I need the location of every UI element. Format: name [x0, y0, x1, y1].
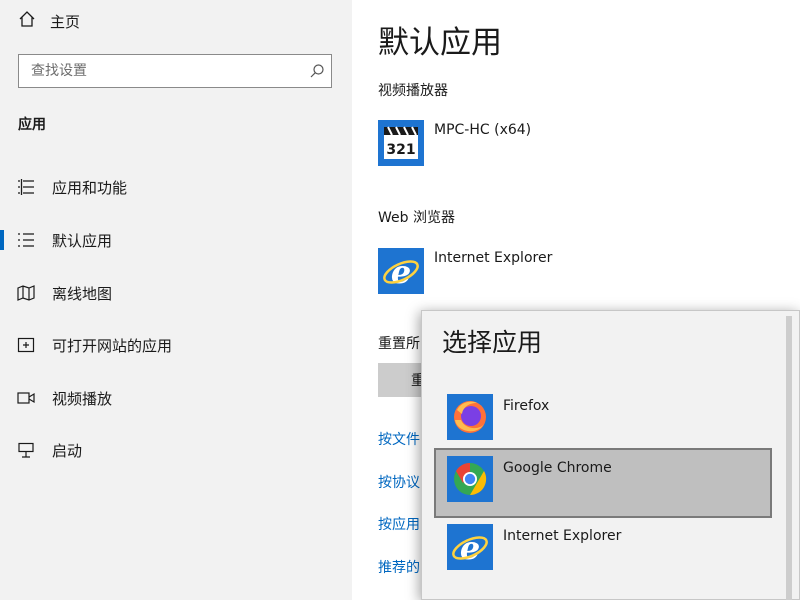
startup-icon — [16, 440, 36, 460]
page-title: 默认应用 — [378, 24, 502, 61]
sidebar-item-apps-features[interactable]: 应用和功能 — [0, 167, 352, 207]
choice-label: Internet Explorer — [503, 528, 622, 544]
choose-app-flyout: 选择应用 Firefox Google Chrome e Internet Ex… — [421, 310, 800, 600]
home-link[interactable]: 主页 — [18, 8, 80, 34]
sidebar-item-label: 应用和功能 — [52, 178, 128, 197]
sidebar-item-video-playback[interactable]: 视频播放 — [0, 378, 352, 418]
choice-label: Firefox — [503, 398, 550, 414]
choice-google-chrome[interactable]: Google Chrome — [434, 448, 772, 518]
internet-explorer-icon: e — [378, 248, 424, 294]
search-input[interactable] — [19, 63, 303, 79]
video-player-label: 视频播放器 — [378, 83, 448, 99]
web-browser-app-button[interactable]: e Internet Explorer — [378, 248, 552, 296]
reset-label: 重置所 — [378, 336, 420, 352]
video-player-app-button[interactable]: 321 MPC-HC (x64) — [378, 120, 531, 168]
sidebar-item-label: 视频播放 — [52, 389, 113, 408]
choice-label: Google Chrome — [503, 460, 612, 476]
link-recommended[interactable]: 推荐的 — [378, 557, 420, 577]
sidebar-item-offline-maps[interactable]: 离线地图 — [0, 273, 352, 313]
flyout-scrollbar[interactable] — [786, 316, 792, 600]
web-browser-label: Web 浏览器 — [378, 210, 455, 226]
home-label: 主页 — [50, 12, 81, 31]
video-player-app-name: MPC-HC (x64) — [434, 122, 532, 138]
sidebar-item-startup[interactable]: 启动 — [0, 430, 352, 470]
sidebar-item-label: 可打开网站的应用 — [52, 336, 173, 355]
sidebar-item-label: 默认应用 — [52, 231, 113, 250]
apps-list-icon — [16, 177, 36, 197]
chrome-icon — [447, 456, 493, 502]
sidebar-item-label: 启动 — [52, 441, 83, 460]
settings-sidebar: 主页 应用 应用和功能 默认应用 离线地图 可打开网站的应用 — [0, 0, 352, 600]
search-icon[interactable] — [303, 57, 331, 85]
flyout-title: 选择应用 — [442, 328, 543, 357]
map-icon — [16, 283, 36, 303]
link-by-protocol[interactable]: 按协议 — [378, 472, 420, 492]
default-apps-icon — [16, 230, 36, 250]
sidebar-item-label: 离线地图 — [52, 284, 113, 303]
search-box[interactable] — [18, 54, 332, 88]
svg-text:e: e — [391, 253, 411, 291]
section-title-apps: 应用 — [18, 117, 46, 133]
firefox-icon — [447, 394, 493, 440]
video-icon — [16, 388, 36, 408]
link-by-file-type[interactable]: 按文件 — [378, 429, 420, 449]
internet-explorer-icon: e — [447, 524, 493, 570]
home-icon — [18, 10, 36, 32]
web-browser-app-name: Internet Explorer — [434, 250, 553, 266]
sidebar-item-web-apps[interactable]: 可打开网站的应用 — [0, 325, 352, 365]
mpc-hc-icon: 321 — [378, 120, 424, 166]
web-app-icon — [16, 335, 36, 355]
choice-internet-explorer[interactable]: e Internet Explorer — [434, 516, 772, 586]
mpc-icon-text: 321 — [386, 142, 415, 158]
choice-firefox[interactable]: Firefox — [434, 386, 772, 456]
sidebar-item-default-apps[interactable]: 默认应用 — [0, 220, 352, 260]
link-by-app[interactable]: 按应用 — [378, 514, 420, 534]
svg-text:e: e — [460, 529, 480, 567]
